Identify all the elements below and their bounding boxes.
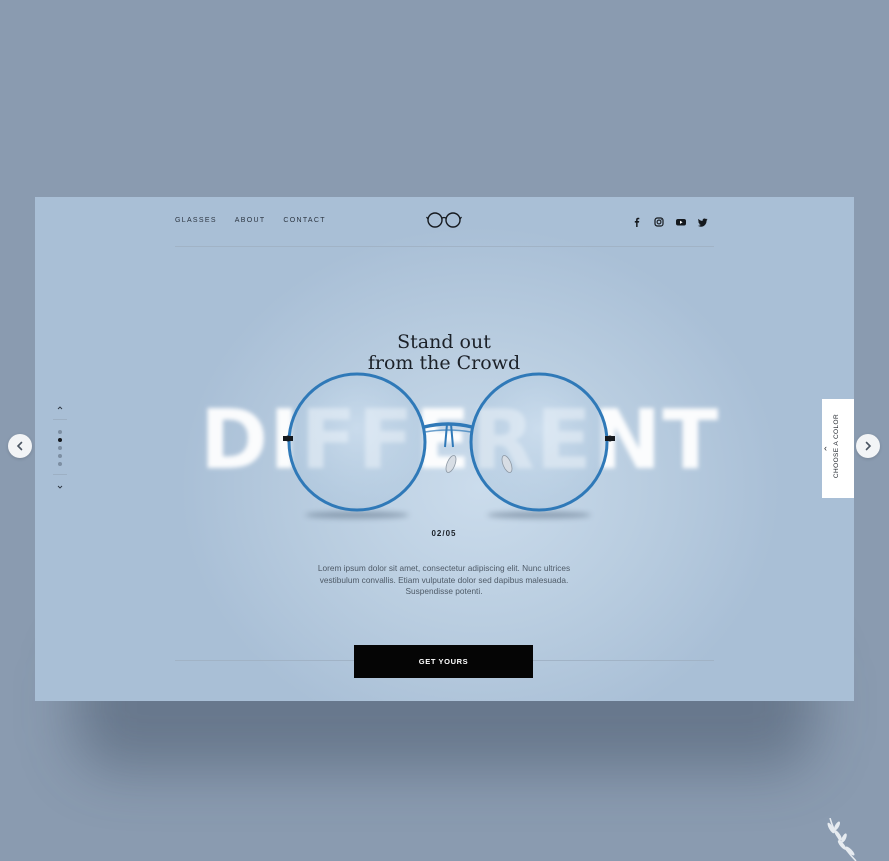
header-divider	[175, 246, 714, 247]
twitter-icon[interactable]	[697, 215, 709, 227]
hero-headline: Stand out from the Crowd	[294, 332, 594, 374]
hero-description: Lorem ipsum dolor sit amet, consectetur …	[317, 563, 571, 596]
logo-glasses-icon[interactable]	[426, 210, 462, 228]
instagram-icon[interactable]	[653, 215, 665, 227]
chevron-down-icon[interactable]	[57, 484, 63, 490]
pagination-dot-1[interactable]	[58, 430, 62, 434]
chevron-left-icon	[16, 441, 23, 451]
main-nav: GLASSES ABOUT CONTACT	[175, 217, 326, 224]
choose-color-tab[interactable]: ‹ CHOOSE A COLOR	[822, 399, 854, 498]
chevron-up-icon[interactable]	[57, 405, 63, 411]
prev-page-button[interactable]	[8, 434, 32, 458]
pagination-rule-top	[53, 419, 67, 420]
nav-item-about[interactable]: ABOUT	[235, 217, 266, 224]
social-links	[631, 215, 709, 227]
slider-pagination	[53, 405, 67, 491]
get-yours-button[interactable]: GET YOURS	[354, 645, 533, 678]
hero-card: GLASSES ABOUT CONTACT Stand out from the…	[35, 197, 854, 701]
pagination-rule-bottom	[53, 474, 67, 475]
next-page-button[interactable]	[856, 434, 880, 458]
nav-item-contact[interactable]: CONTACT	[283, 217, 325, 224]
pagination-dot-3[interactable]	[58, 446, 62, 450]
pagination-dot-5[interactable]	[58, 462, 62, 466]
headline-line-1: Stand out	[397, 331, 491, 353]
pagination-dot-2[interactable]	[58, 438, 62, 442]
chevron-right-icon	[865, 441, 872, 451]
glasses-product-image	[283, 372, 615, 519]
slide-counter: 02/05	[431, 529, 457, 538]
youtube-icon[interactable]	[675, 215, 687, 227]
laurel-icon	[827, 818, 857, 861]
choose-color-label: CHOOSE A COLOR	[833, 413, 840, 479]
nav-item-glasses[interactable]: GLASSES	[175, 217, 217, 224]
pagination-dot-4[interactable]	[58, 454, 62, 458]
facebook-icon[interactable]	[631, 215, 643, 227]
chevron-left-icon: ‹	[824, 443, 827, 453]
